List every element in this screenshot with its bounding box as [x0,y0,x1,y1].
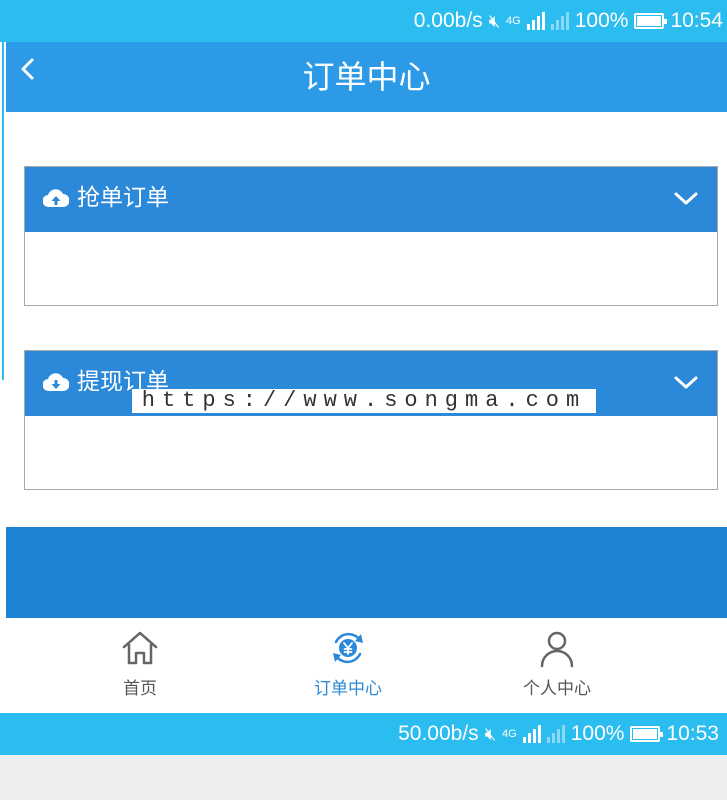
status-bar-top: 0.00b/s 🔇︎ 4G 100% 10:54 [0,0,727,42]
cloud-upload-icon [43,189,69,208]
withdraw-orders-body [25,416,717,489]
battery-percent: 100% [574,9,629,32]
tab-personal-center[interactable]: 个人中心 [477,618,637,712]
network-speed: 50.00b/s [398,722,479,745]
battery-icon [630,726,664,742]
bottom-gray-area [0,755,727,800]
chevron-left-icon [21,58,34,80]
grab-orders-title: 抢单订单 [77,185,169,211]
withdraw-orders-panel: 提现订单 [24,350,718,490]
home-icon [122,631,158,665]
yuan-exchange-icon [333,632,363,664]
status-bar-bottom: 50.00b/s 🔇︎ 4G 100% 10:53 [0,713,727,755]
tab-personal-center-label: 个人中心 [523,679,591,699]
chevron-down-icon [674,192,698,205]
network-type: 4G [502,728,517,740]
watermark: https://www.songma.com [132,389,596,413]
tab-home[interactable]: 首页 [60,618,220,712]
chevron-down-icon [674,376,698,389]
tab-home-label: 首页 [123,679,157,699]
grab-orders-body [25,232,717,305]
clock: 10:54 [670,9,723,32]
user-icon [540,631,574,668]
mute-icon: 🔇︎ [484,723,497,744]
signal-icon [522,725,541,743]
signal-icon-secondary [546,725,565,743]
blue-banner [6,527,727,618]
clock: 10:53 [666,722,719,745]
signal-icon-secondary [550,12,569,30]
tab-order-center-label: 订单中心 [314,679,382,699]
battery-percent: 100% [570,722,625,745]
signal-icon [526,12,545,30]
network-type: 4G [506,15,521,27]
back-button[interactable] [18,54,38,95]
network-speed: 0.00b/s [413,9,483,32]
grab-orders-panel: 抢单订单 [24,166,718,306]
cloud-download-icon [43,373,69,392]
grab-orders-header[interactable]: 抢单订单 [25,167,717,232]
page-title: 订单中心 [302,58,431,96]
left-edge-line [2,0,4,380]
mute-icon: 🔇︎ [488,10,501,31]
bottom-tab-bar: 首页 订单中心 个人中心 [0,618,727,712]
battery-icon [634,13,668,29]
tab-order-center[interactable]: 订单中心 [268,618,428,712]
header-bar: 订单中心 [6,42,727,112]
